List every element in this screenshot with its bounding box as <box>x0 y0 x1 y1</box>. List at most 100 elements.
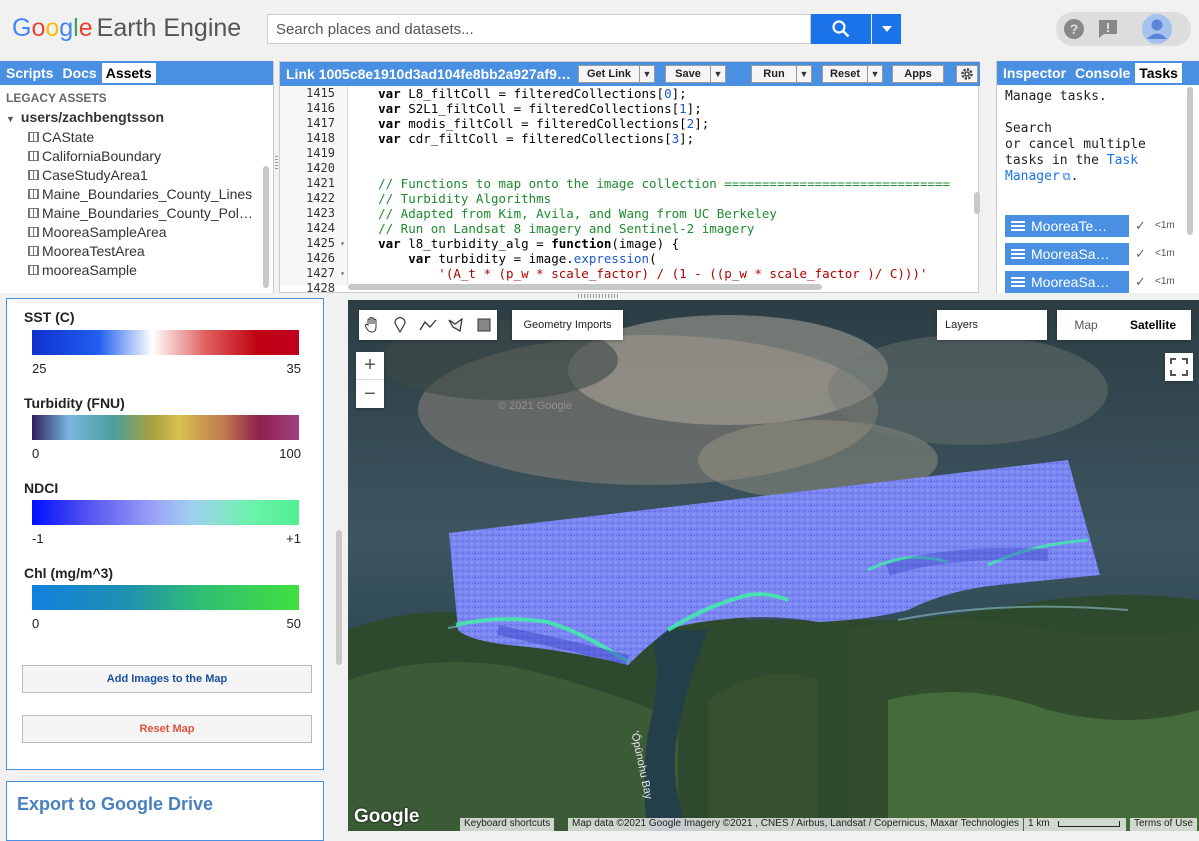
editor-vertical-scrollbar[interactable] <box>974 192 980 214</box>
line-number-text: 1418 <box>306 131 335 145</box>
app-panel-scrollbar[interactable] <box>336 530 342 665</box>
export-title: Export to Google Drive <box>17 794 214 814</box>
fold-toggle-icon[interactable]: ▾ <box>340 236 345 251</box>
map-type-map-button[interactable]: Map <box>1057 310 1115 340</box>
line-number: 1425 ▾ <box>280 236 347 251</box>
tab-docs[interactable]: Docs <box>58 63 100 83</box>
polygon-draw-icon[interactable] <box>446 317 466 333</box>
zoom-in-button[interactable]: + <box>356 352 384 380</box>
asset-item[interactable]: CaseStudyArea1 <box>0 165 273 184</box>
code-area[interactable]: var L8_filtColl = filteredCollections[0]… <box>348 86 974 285</box>
task-list-icon <box>1011 221 1025 231</box>
tab-scripts[interactable]: Scripts <box>2 63 57 83</box>
map-view[interactable]: Geometry Imports Layers Map Satellite + … <box>348 300 1199 831</box>
map-type-satellite-button[interactable]: Satellite <box>1115 310 1191 340</box>
fold-toggle-icon[interactable]: ▾ <box>340 266 345 281</box>
scale-bar[interactable]: 1 km <box>1024 818 1126 831</box>
geometry-imports-button[interactable]: Geometry Imports <box>512 310 623 340</box>
task-chip[interactable]: MooreaSa… <box>1005 271 1129 293</box>
task-chip[interactable]: MooreaTe… <box>1005 215 1129 237</box>
search-button[interactable] <box>811 14 871 44</box>
rectangle-draw-icon[interactable] <box>474 317 494 333</box>
task-item[interactable]: MooreaTe… ✓ <1m <box>1005 215 1185 237</box>
tasks-description: Manage tasks. Search or cancel multiple … <box>997 85 1199 189</box>
logo-letter: o <box>45 14 60 42</box>
reset-map-button[interactable]: Reset Map <box>22 715 312 743</box>
earth-engine-logo[interactable]: Google Earth Engine <box>12 14 241 43</box>
script-title[interactable]: Link 1005c8e1910d3ad104fe8bb2a927af9… <box>286 66 571 82</box>
task-manager-link[interactable]: Manager <box>1005 169 1060 184</box>
table-icon <box>28 207 39 218</box>
asset-item[interactable]: Maine_Boundaries_County_Pol… <box>0 203 273 222</box>
task-list-icon <box>1011 249 1025 259</box>
line-number: 1426 <box>280 251 347 266</box>
task-item[interactable]: MooreaSa… ✓ <1m <box>1005 271 1185 293</box>
zoom-out-button[interactable]: − <box>356 380 384 408</box>
task-chip[interactable]: MooreaSa… <box>1005 243 1129 265</box>
pan-hand-icon[interactable] <box>362 317 382 333</box>
asset-item-label: MooreaSampleArea <box>42 223 167 240</box>
apps-button[interactable]: Apps <box>892 65 944 83</box>
asset-item[interactable]: CaliforniaBoundary <box>0 146 273 165</box>
external-link-icon[interactable]: ⧉ <box>1063 170 1071 183</box>
legend-max: 35 <box>286 361 301 376</box>
terms-of-use-link[interactable]: Terms of Use <box>1130 818 1197 831</box>
task-list-icon <box>1011 277 1025 287</box>
search-dropdown-button[interactable] <box>872 14 901 44</box>
legend-panel: SST (C) 25 35 Turbidity (FNU) 0 100 NDCI… <box>6 298 324 770</box>
asset-root-folder[interactable]: ▼ users/zachbengtsson <box>0 107 273 127</box>
tasks-text-line: tasks in the <box>1005 153 1107 168</box>
tab-assets[interactable]: Assets <box>101 63 156 83</box>
code-line: var cdr_filtColl = filteredCollections[3… <box>378 131 695 146</box>
save-button[interactable]: Save <box>665 65 711 83</box>
add-images-button[interactable]: Add Images to the Map <box>22 665 312 693</box>
asset-item-label: Maine_Boundaries_County_Lines <box>42 185 253 202</box>
logo-product-name: Earth Engine <box>96 14 242 42</box>
keyboard-shortcuts-link[interactable]: Keyboard shortcuts <box>460 818 555 831</box>
help-icon[interactable]: ? <box>1063 18 1085 40</box>
fullscreen-button[interactable] <box>1165 353 1193 381</box>
reset-button[interactable]: Reset <box>822 65 868 83</box>
tab-console[interactable]: Console <box>1071 63 1134 83</box>
caret-down-icon[interactable]: ▼ <box>6 114 15 124</box>
search-input[interactable]: Search places and datasets... <box>267 14 811 44</box>
save-dropdown[interactable]: ▼ <box>710 65 726 83</box>
tasks-text-line: Search <box>1005 121 1052 136</box>
task-item[interactable]: MooreaSa… ✓ <1m <box>1005 243 1185 265</box>
legend-max: +1 <box>286 531 301 546</box>
line-number-text: 1424 <box>306 221 335 235</box>
legend-min: -1 <box>32 531 44 546</box>
get-link-dropdown[interactable]: ▼ <box>639 65 655 83</box>
asset-item[interactable]: CAState <box>0 127 273 146</box>
assets-scrollbar[interactable] <box>263 166 269 288</box>
legend-colorbar-sst <box>32 330 299 355</box>
task-manager-link[interactable]: Task <box>1107 153 1138 168</box>
line-number-text: 1426 <box>306 251 335 265</box>
asset-item[interactable]: MooreaTestArea <box>0 241 273 260</box>
feedback-icon[interactable] <box>1097 18 1119 40</box>
settings-gear-button[interactable] <box>956 65 978 83</box>
editor-horizontal-scrollbar[interactable] <box>348 284 822 290</box>
tab-inspector[interactable]: Inspector <box>999 63 1070 83</box>
line-number: 1424 <box>280 221 347 236</box>
left-tabbar: Scripts Docs Assets <box>0 61 273 85</box>
legend-min: 25 <box>32 361 47 376</box>
legend-title-sst: SST (C) <box>24 309 75 325</box>
run-button[interactable]: Run <box>751 65 797 83</box>
point-marker-icon[interactable] <box>390 317 410 333</box>
asset-item[interactable]: MooreaSampleArea <box>0 222 273 241</box>
asset-item-label: CaliforniaBoundary <box>42 147 162 164</box>
layers-button[interactable]: Layers <box>937 310 1047 340</box>
line-draw-icon[interactable] <box>418 317 438 333</box>
run-dropdown[interactable]: ▼ <box>796 65 812 83</box>
tasks-scrollbar[interactable] <box>1187 87 1193 235</box>
code-line: var l8_turbidity_alg = function(image) { <box>378 236 680 251</box>
reset-dropdown[interactable]: ▼ <box>867 65 883 83</box>
avatar[interactable] <box>1142 14 1172 44</box>
asset-item[interactable]: mooreaSample <box>0 260 273 279</box>
asset-item-label: Maine_Boundaries_County_Pol… <box>42 204 253 221</box>
tab-tasks[interactable]: Tasks <box>1135 63 1182 83</box>
asset-item[interactable]: Maine_Boundaries_County_Lines <box>0 184 273 203</box>
legend-title-turbidity: Turbidity (FNU) <box>24 395 125 411</box>
get-link-button[interactable]: Get Link <box>578 65 640 83</box>
